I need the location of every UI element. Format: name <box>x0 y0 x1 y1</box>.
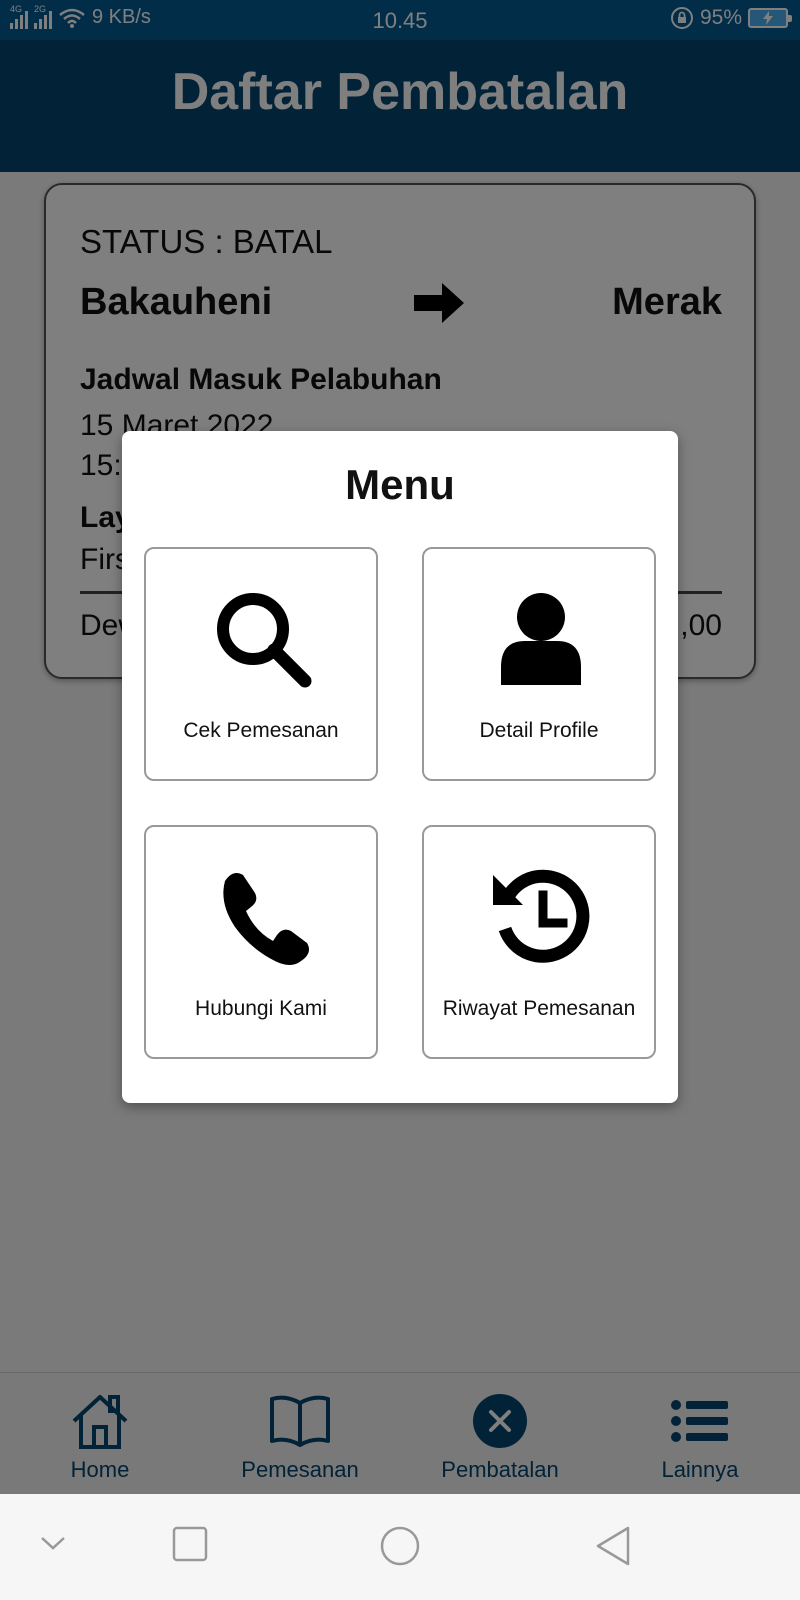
back-icon[interactable] <box>592 1524 636 1568</box>
tile-riwayat-pemesanan-label: Riwayat Pemesanan <box>442 997 636 1020</box>
menu-dialog: Menu Cek Pemesanan Detail Profile Hubung… <box>122 431 678 1103</box>
system-nav-bar <box>0 1494 800 1600</box>
home-button-icon[interactable] <box>378 1524 422 1568</box>
search-icon <box>217 593 312 688</box>
user-icon <box>501 593 581 685</box>
tile-riwayat-pemesanan[interactable]: Riwayat Pemesanan <box>422 825 656 1059</box>
recents-icon[interactable] <box>170 1524 210 1564</box>
tile-hubungi-kami-label: Hubungi Kami <box>195 997 327 1020</box>
chevron-down-icon[interactable] <box>36 1524 70 1564</box>
tile-detail-profile[interactable]: Detail Profile <box>422 547 656 781</box>
tile-detail-profile-label: Detail Profile <box>479 719 599 742</box>
tile-cek-pemesanan[interactable]: Cek Pemesanan <box>144 547 378 781</box>
history-icon <box>493 869 590 963</box>
tile-cek-pemesanan-label: Cek Pemesanan <box>183 719 339 742</box>
dialog-title: Menu <box>345 461 455 508</box>
tile-hubungi-kami[interactable]: Hubungi Kami <box>144 825 378 1059</box>
phone-icon <box>223 873 309 965</box>
